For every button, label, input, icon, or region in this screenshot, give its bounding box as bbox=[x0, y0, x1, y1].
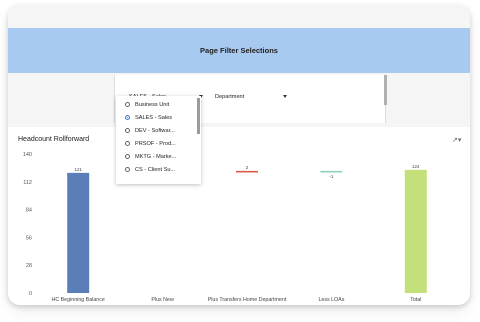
dropdown-option[interactable]: DEV - Softwar... bbox=[116, 124, 196, 137]
panel-scrollbar[interactable] bbox=[384, 75, 387, 105]
dropdown-option[interactable]: PRSOF - Prod... bbox=[116, 137, 196, 150]
filter-dropdown-menu: Business Unit SALES - Sales DEV - Softwa… bbox=[116, 96, 201, 184]
option-label: DEV - Softwar... bbox=[135, 127, 175, 134]
x-tick-label: Total bbox=[410, 297, 421, 303]
dropdown-option[interactable]: MKTG - Marke... bbox=[116, 150, 196, 163]
chart-panel: Headcount Rollforward ↗▾ 0 28 56 84 112 140 1… bbox=[8, 127, 470, 305]
chart-bar[interactable] bbox=[404, 169, 427, 293]
headcount-chart: 0 28 56 84 112 140 121 2 -1 124 HC Beginning Bal… bbox=[23, 152, 427, 303]
dropdown-scrollbar[interactable] bbox=[197, 98, 200, 134]
page-title: Page Filter Selections bbox=[200, 46, 278, 55]
department-filter-value: Department bbox=[215, 94, 245, 100]
dropdown-option[interactable]: SALES - Sales bbox=[116, 111, 196, 124]
chevron-down-icon bbox=[283, 95, 287, 98]
data-label: 124 bbox=[412, 164, 420, 169]
page-header: Page Filter Selections bbox=[8, 28, 470, 73]
x-tick-label: HC Beginning Balance bbox=[52, 297, 105, 303]
y-tick-label: 140 bbox=[23, 152, 32, 158]
radio-icon[interactable] bbox=[125, 154, 130, 159]
radio-icon[interactable] bbox=[125, 128, 130, 133]
department-filter-select[interactable]: Department bbox=[211, 91, 291, 103]
data-label: 2 bbox=[246, 165, 249, 170]
x-tick-label: Less LOAs bbox=[318, 297, 344, 303]
dropdown-option[interactable]: CS - Client Su... bbox=[116, 163, 196, 176]
x-tick-label: Plus Transfers Home Department bbox=[208, 297, 287, 303]
y-tick-label: 84 bbox=[26, 208, 32, 214]
dropdown-option[interactable]: Business Unit bbox=[116, 98, 196, 111]
y-tick-label: 56 bbox=[26, 235, 32, 241]
radio-icon[interactable] bbox=[125, 102, 130, 107]
x-tick-label: Plus New bbox=[151, 297, 174, 303]
app-window: Page Filter Selections SALES - Sales Dep… bbox=[8, 5, 470, 305]
chart-bar[interactable] bbox=[67, 172, 90, 293]
y-tick-label: 0 bbox=[29, 291, 32, 297]
y-tick-label: 28 bbox=[26, 263, 32, 269]
radio-icon[interactable] bbox=[125, 141, 130, 146]
option-label: PRSOF - Prod... bbox=[135, 140, 176, 147]
option-label: CS - Client Su... bbox=[135, 166, 176, 173]
chart-bar[interactable] bbox=[236, 170, 258, 173]
option-label: SALES - Sales bbox=[135, 114, 172, 121]
chart-bar[interactable] bbox=[320, 170, 343, 173]
radio-icon[interactable] bbox=[125, 167, 130, 172]
option-label: MKTG - Marke... bbox=[135, 153, 177, 160]
data-label: -1 bbox=[329, 174, 333, 179]
option-label: Business Unit bbox=[135, 101, 170, 108]
radio-checked-icon[interactable] bbox=[125, 115, 130, 120]
data-label: 121 bbox=[74, 167, 82, 172]
y-tick-label: 112 bbox=[23, 180, 32, 186]
